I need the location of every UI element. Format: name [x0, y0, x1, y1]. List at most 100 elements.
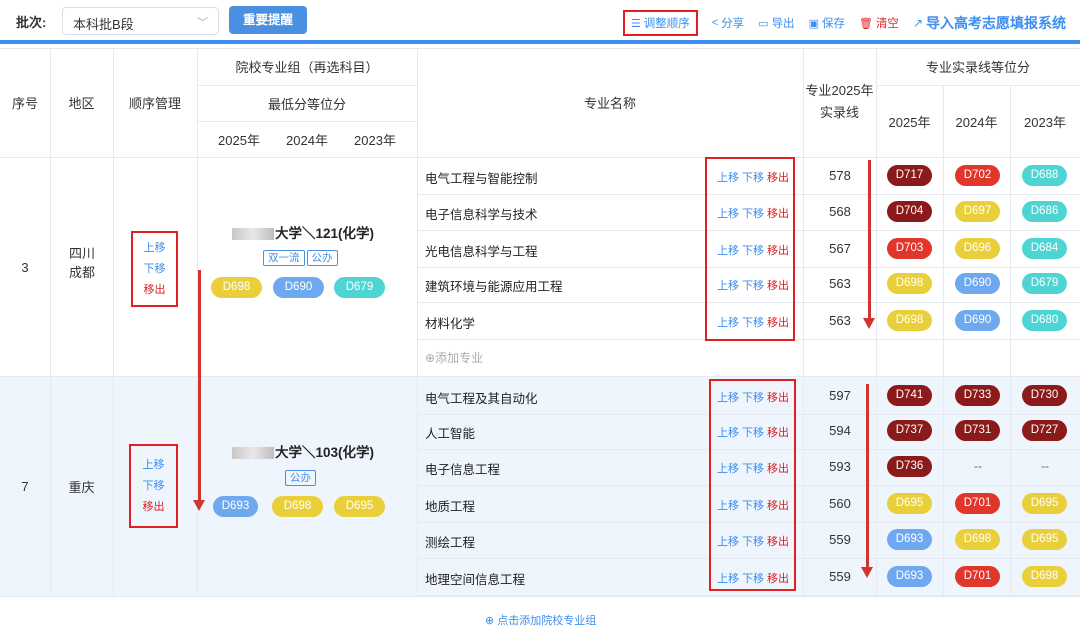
- major-rank-empty: --: [974, 459, 982, 473]
- down-arrow-icon: [193, 270, 205, 511]
- major-rank-badge: D693: [887, 529, 932, 550]
- order-management-box: 上移 下移 移出: [131, 231, 178, 307]
- header-major-rank: 专业实录线等位分: [925, 60, 1030, 75]
- save-label: 保存: [821, 18, 845, 30]
- major-rank-badge: D741: [887, 385, 932, 406]
- major-rank-badge: D704: [887, 201, 932, 222]
- header-group: 院校专业组（再选科目）: [235, 60, 379, 75]
- import-system-link[interactable]: ↗ 导入高考志愿填报系统: [913, 13, 1066, 33]
- major-name: 电气工程与智能控制: [425, 172, 538, 186]
- tag: 双一流: [263, 250, 305, 266]
- remove-button[interactable]: 移出: [144, 280, 166, 301]
- move-up-button[interactable]: 上移: [144, 238, 166, 259]
- save-icon: ▣: [808, 17, 819, 30]
- group-rank-2023: D695: [334, 496, 385, 517]
- major-rank-badge: D693: [887, 566, 932, 587]
- share-icon: <: [711, 17, 719, 29]
- major-rank-badge: D690: [955, 310, 1000, 331]
- plus-circle-icon: ⊕: [485, 615, 498, 627]
- header-order-mgmt: 顺序管理: [128, 96, 181, 111]
- adjust-order-button[interactable]: ☰ 调整顺序: [622, 10, 698, 36]
- external-link-icon: ↗: [912, 16, 923, 30]
- clear-button[interactable]: 🗑 清空: [859, 15, 899, 31]
- major-name: 材料化学: [425, 317, 476, 331]
- remove-button[interactable]: 移出: [143, 497, 165, 518]
- redacted-name: [232, 228, 274, 241]
- major-rank-badge: D696: [955, 238, 1000, 259]
- add-major-label: 添加专业: [435, 351, 484, 365]
- order-management-box: 上移 下移 移出: [129, 444, 178, 528]
- move-down-button[interactable]: 下移: [144, 259, 166, 280]
- group-seq: 7: [21, 478, 29, 494]
- share-label: 分享: [721, 18, 745, 30]
- plus-circle-icon: ⊕: [425, 351, 436, 365]
- group-rank-2025: D698: [211, 277, 262, 298]
- school-name-text: 大学＼103(化学): [275, 445, 375, 460]
- major-rank-badge: D690: [955, 273, 1000, 294]
- school-name-text: 大学＼121(化学): [275, 226, 375, 241]
- important-reminder-button[interactable]: 重要提醒: [229, 6, 307, 34]
- major-score: 560: [829, 496, 851, 511]
- major-rank-badge: D698: [887, 310, 932, 331]
- major-name: 光电信息科学与工程: [425, 245, 538, 259]
- down-arrow-icon: [863, 160, 875, 329]
- header-year-2024: 2024年: [286, 132, 328, 148]
- header-rank-2025: 2025年: [888, 114, 931, 130]
- tag: 公办: [285, 470, 316, 486]
- major-score: 578: [829, 168, 851, 183]
- major-score: 597: [829, 388, 851, 403]
- major-rank-badge: D684: [1022, 238, 1067, 259]
- major-name: 建筑环境与能源应用工程: [425, 280, 563, 294]
- import-system-label: 导入高考志愿填报系统: [926, 15, 1066, 31]
- tag: 公办: [306, 250, 338, 266]
- add-group-button[interactable]: ⊕ 点击添加院校专业组: [485, 612, 596, 628]
- major-rank-badge: D698: [887, 273, 932, 294]
- major-rank-badge: D695: [887, 493, 932, 514]
- move-down-button[interactable]: 下移: [143, 476, 165, 497]
- major-score: 559: [829, 532, 851, 547]
- save-button[interactable]: ▣ 保存: [809, 15, 845, 31]
- major-rank-badge: D727: [1022, 420, 1067, 441]
- down-arrow-icon: [861, 384, 873, 578]
- major-name: 测绘工程: [425, 536, 476, 550]
- major-rank-badge: D702: [955, 165, 1000, 186]
- major-rank-badge: D698: [1022, 566, 1067, 587]
- major-rank-badge: D730: [1022, 385, 1067, 406]
- major-score: 593: [829, 459, 851, 474]
- sort-icon: ☰: [630, 17, 641, 30]
- major-rank-badge: D736: [887, 456, 932, 477]
- batch-select[interactable]: 本科批B段 ﹀: [62, 7, 219, 35]
- school-name: 大学＼121(化学): [232, 222, 374, 242]
- school-tags: 双一流 公办: [262, 249, 339, 266]
- major-rank-badge: D717: [887, 165, 932, 186]
- major-rank-badge: D679: [1022, 273, 1067, 294]
- major-rank-badge: D731: [955, 420, 1000, 441]
- header-major-name: 专业名称: [583, 96, 636, 111]
- add-group-label: 点击添加院校专业组: [497, 615, 597, 627]
- major-name: 地理空间信息工程: [425, 573, 526, 587]
- share-button[interactable]: < 分享: [712, 15, 744, 31]
- add-major-button[interactable]: ⊕添加专业: [425, 349, 483, 366]
- major-rank-badge: D701: [955, 493, 1000, 514]
- group-region: 重庆: [68, 479, 95, 495]
- major-score: 563: [829, 276, 851, 291]
- ops-highlight-box: [709, 379, 796, 591]
- major-name: 地质工程: [425, 500, 476, 514]
- export-icon: ▭: [758, 17, 769, 30]
- school-name: 大学＼103(化学): [232, 441, 374, 461]
- major-score: 594: [829, 423, 851, 438]
- major-name: 人工智能: [425, 427, 476, 441]
- major-name: 电气工程及其自动化: [425, 392, 538, 406]
- export-button[interactable]: ▭ 导出: [758, 15, 794, 31]
- move-up-button[interactable]: 上移: [143, 455, 165, 476]
- major-rank-badge: D695: [1022, 529, 1067, 550]
- chevron-down-icon: ﹀: [197, 17, 208, 29]
- redacted-name: [232, 447, 274, 460]
- group-rank-2024: D698: [272, 496, 323, 517]
- toolbar-actions: ☰ 调整顺序 < 分享 ▭ 导出 ▣ 保存 🗑 清空 ↗ 导入高考志愿填报系统: [622, 10, 1066, 36]
- major-rank-badge: D733: [955, 385, 1000, 406]
- export-label: 导出: [771, 18, 795, 30]
- major-rank-badge: D701: [955, 566, 1000, 587]
- header-min-rank: 最低分等位分: [267, 96, 346, 112]
- major-rank-badge: D698: [955, 529, 1000, 550]
